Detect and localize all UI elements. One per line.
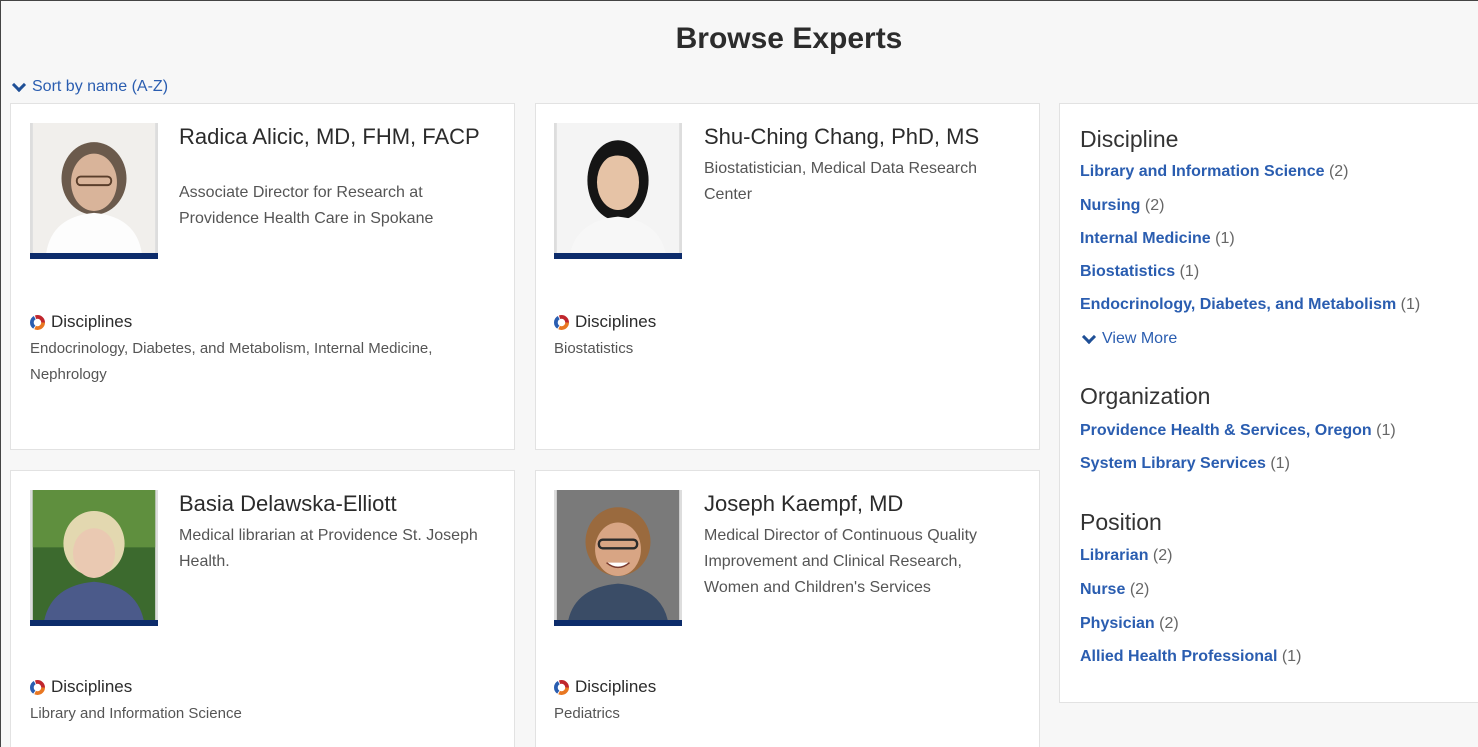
facet-sidebar: Discipline Library and Information Scien… xyxy=(1059,103,1478,703)
facet-item[interactable]: Allied Health Professional (1) xyxy=(1080,648,1301,666)
facet-item[interactable]: Library and Information Science (2) xyxy=(1080,163,1349,181)
disciplines-label: Disciplines xyxy=(575,312,657,331)
expert-name[interactable]: Basia Delawska-Elliott xyxy=(179,493,499,515)
disciplines-heading: Disciplines xyxy=(30,312,132,332)
disciplines-label: Disciplines xyxy=(51,312,133,331)
expert-title: Associate Director for Research at Provi… xyxy=(179,184,434,227)
facet-title-organization: Organization xyxy=(1080,383,1211,409)
disciplines-list: Pediatrics xyxy=(554,705,620,722)
expert-photo[interactable] xyxy=(30,490,158,626)
facet-count: (2) xyxy=(1144,197,1165,214)
facet-count: (1) xyxy=(1376,422,1396,439)
facet-link[interactable]: Physician xyxy=(1080,615,1155,632)
disciplines-list: Library and Information Science xyxy=(30,705,242,722)
expert-name[interactable]: Shu-Ching Chang, PhD, MS xyxy=(704,126,1034,148)
facet-link[interactable]: Allied Health Professional xyxy=(1080,648,1277,665)
disciplines-icon xyxy=(30,314,45,330)
facet-link[interactable]: Internal Medicine xyxy=(1080,230,1211,247)
facet-item[interactable]: System Library Services (1) xyxy=(1080,455,1290,473)
facet-item[interactable]: Nurse (2) xyxy=(1080,581,1149,599)
expert-card[interactable]: Basia Delawska-Elliott Medical librarian… xyxy=(10,470,515,747)
disciplines-icon xyxy=(554,679,569,695)
facet-link[interactable]: Library and Information Science xyxy=(1080,163,1325,180)
facet-count: (2) xyxy=(1129,581,1150,598)
facet-link[interactable]: Librarian xyxy=(1080,547,1148,564)
facet-count: (2) xyxy=(1328,163,1349,180)
facet-count: (1) xyxy=(1179,263,1200,280)
view-more-label: View More xyxy=(1102,330,1178,347)
facet-item[interactable]: Endocrinology, Diabetes, and Metabolism … xyxy=(1080,296,1420,314)
expert-card[interactable]: Radica Alicic, MD, FHM, FACP Associate D… xyxy=(10,103,515,450)
page-title: Browse Experts xyxy=(675,22,903,55)
portrait-image xyxy=(32,490,156,620)
portrait-image xyxy=(556,123,680,253)
disciplines-label: Disciplines xyxy=(575,677,657,696)
facet-item[interactable]: Physician (2) xyxy=(1080,615,1179,633)
expert-name[interactable]: Joseph Kaempf, MD xyxy=(704,493,1024,515)
sort-dropdown[interactable]: Sort by name (A-Z) xyxy=(10,77,169,96)
chevron-down-icon xyxy=(1081,329,1097,344)
portrait-image xyxy=(556,490,680,620)
expert-photo[interactable] xyxy=(30,123,158,259)
disciplines-heading: Disciplines xyxy=(554,677,656,697)
disciplines-list: Biostatistics xyxy=(554,340,634,357)
facet-count: (2) xyxy=(1159,615,1179,632)
facet-link[interactable]: Endocrinology, Diabetes, and Metabolism xyxy=(1080,296,1396,313)
facet-item[interactable]: Providence Health & Services, Oregon (1) xyxy=(1080,422,1396,440)
expert-title: Biostatistician, Medical Data Research C… xyxy=(704,160,978,203)
facet-count: (1) xyxy=(1281,648,1302,665)
sort-label: Sort by name (A-Z) xyxy=(32,78,169,95)
disciplines-heading: Disciplines xyxy=(554,312,656,332)
expert-title: Medical librarian at Providence St. Jose… xyxy=(179,527,478,570)
facet-item[interactable]: Biostatistics (1) xyxy=(1080,263,1199,281)
expert-name[interactable]: Radica Alicic, MD, FHM, FACP xyxy=(179,126,489,148)
facet-count: (2) xyxy=(1152,547,1173,564)
disciplines-icon xyxy=(554,314,569,330)
chevron-down-icon xyxy=(11,77,27,92)
facet-link[interactable]: Providence Health & Services, Oregon xyxy=(1080,422,1372,439)
expert-card[interactable]: Joseph Kaempf, MD Medical Director of Co… xyxy=(535,470,1040,747)
facet-title-position: Position xyxy=(1080,509,1162,535)
facet-item[interactable]: Librarian (2) xyxy=(1080,547,1172,565)
facet-count: (1) xyxy=(1270,455,1290,472)
facet-link[interactable]: Biostatistics xyxy=(1080,263,1175,280)
facet-count: (1) xyxy=(1400,296,1421,313)
disciplines-list: Endocrinology, Diabetes, and Metabolism,… xyxy=(30,340,433,383)
expert-photo[interactable] xyxy=(554,490,682,626)
disciplines-icon xyxy=(30,679,45,695)
expert-photo[interactable] xyxy=(554,123,682,259)
portrait-image xyxy=(32,123,156,253)
view-more-button[interactable]: View More xyxy=(1080,329,1178,348)
disciplines-heading: Disciplines xyxy=(30,677,132,697)
disciplines-label: Disciplines xyxy=(51,677,133,696)
facet-item[interactable]: Nursing (2) xyxy=(1080,197,1164,215)
facet-count: (1) xyxy=(1215,230,1235,247)
expert-card[interactable]: Shu-Ching Chang, PhD, MS Biostatistician… xyxy=(535,103,1040,450)
facet-title-discipline: Discipline xyxy=(1080,126,1179,152)
facet-link[interactable]: System Library Services xyxy=(1080,455,1266,472)
expert-title: Medical Director of Continuous Quality I… xyxy=(704,527,978,596)
facet-item[interactable]: Internal Medicine (1) xyxy=(1080,230,1235,248)
facet-link[interactable]: Nurse xyxy=(1080,581,1125,598)
facet-link[interactable]: Nursing xyxy=(1080,197,1140,214)
